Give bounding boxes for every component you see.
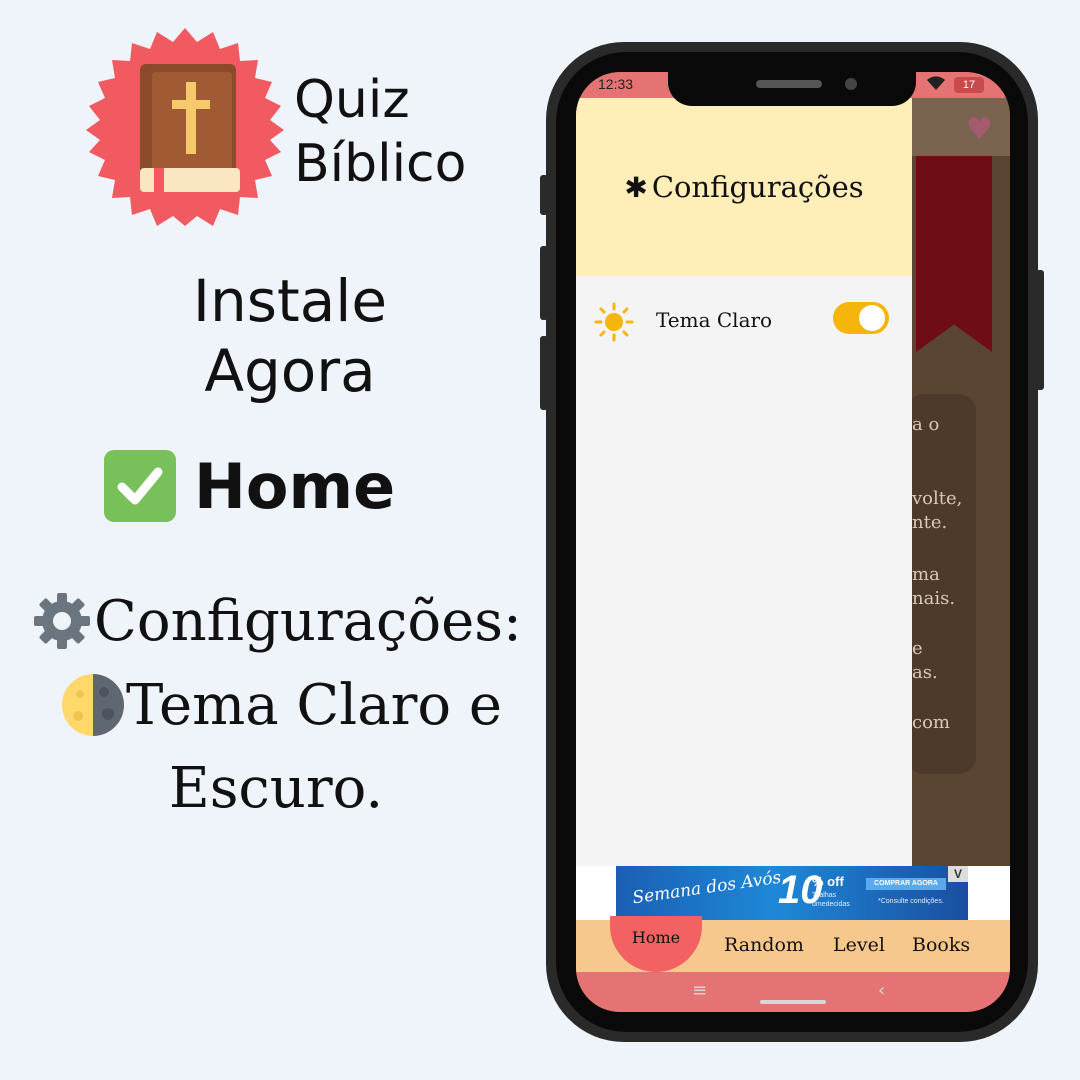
bg-text-7: as. — [912, 662, 938, 683]
phone-volume-up — [540, 246, 548, 320]
ad-sub2: umedecidas — [812, 901, 850, 908]
nav-level[interactable]: Level — [833, 934, 885, 956]
bg-text-6: e — [912, 638, 923, 659]
heart-icon[interactable]: ♥ — [966, 112, 993, 147]
config-feature: Configurações: — [30, 585, 522, 657]
light-theme-label: Tema Claro — [656, 308, 773, 332]
theme-feature: Tema Claro e — [60, 670, 502, 740]
drawer-title: ✱ Configurações — [624, 170, 863, 204]
home-pill[interactable] — [760, 1000, 826, 1004]
app-header-bg — [912, 98, 1010, 156]
check-icon — [104, 450, 176, 522]
phone-camera — [845, 78, 857, 90]
gear-icon: ✱ — [624, 170, 648, 204]
ad-script-text: Semana dos Avós — [631, 867, 783, 909]
ad-banner[interactable]: Semana dos Avós 10 % off Toalhas umedeci… — [616, 866, 968, 920]
phone-notch — [668, 52, 916, 106]
bg-text-1: a o — [912, 414, 940, 435]
ad-note: *Consulte condições. — [878, 898, 944, 905]
ad-buy-button[interactable]: COMPRAR AGORA — [866, 878, 946, 890]
phone-side-button — [540, 175, 548, 215]
nav-books[interactable]: Books — [912, 934, 970, 956]
install-now-text: Instale Agora — [150, 266, 430, 406]
bg-text-4: ma — [912, 564, 940, 585]
logo-line-biblico: Bíblico — [294, 134, 467, 194]
light-theme-toggle[interactable] — [833, 302, 889, 334]
nav-home[interactable]: Home — [610, 916, 702, 972]
bg-text-2: volte, — [912, 488, 963, 509]
sun-icon — [594, 302, 634, 342]
home-feature-label: Home — [194, 449, 396, 523]
back-icon[interactable]: ‹ — [878, 980, 885, 1001]
logo-line-quiz: Quiz — [294, 70, 410, 130]
setting-row-light-theme[interactable]: Tema Claro — [576, 288, 912, 348]
theme-feature-label: Tema Claro e — [126, 672, 503, 738]
gear-icon — [34, 593, 90, 649]
drawer-header: ✱ Configurações — [576, 98, 912, 276]
install-line1: Instale — [192, 267, 388, 335]
ad-strip: Semana dos Avós 10 % off Toalhas umedeci… — [576, 866, 1010, 920]
system-nav-bar: ≡ ‹ — [576, 972, 1010, 1012]
settings-drawer: ✱ Configurações Tema Claro — [576, 98, 912, 866]
phone-speaker — [756, 80, 822, 88]
phone-screen: 12:33 17 ♥ a o volte, nte. ma nais. e as… — [576, 72, 1010, 1012]
nav-home-label: Home — [631, 928, 681, 947]
half-moon-icon — [62, 674, 124, 736]
status-time: 12:33 — [598, 76, 634, 92]
bg-text-8: com — [912, 712, 950, 733]
wifi-icon — [926, 75, 946, 95]
config-feature-label: Configurações: — [94, 588, 522, 654]
ad-close-icon[interactable]: V — [948, 866, 968, 882]
bg-text-5: nais. — [912, 588, 956, 609]
home-feature: Home — [104, 448, 395, 524]
ad-off-text: % off — [812, 874, 844, 889]
phone-volume-down — [540, 336, 548, 410]
bg-text-3: nte. — [912, 512, 948, 533]
battery-icon: 17 — [954, 77, 984, 93]
toggle-knob — [859, 305, 885, 331]
menu-icon[interactable]: ≡ — [692, 980, 707, 1001]
bottom-nav: Home Random Level Books — [576, 916, 1010, 972]
bookmark-ribbon — [916, 156, 992, 352]
drawer-title-text: Configurações — [651, 170, 864, 204]
install-line2: Agora — [204, 337, 376, 405]
phone-power-button — [1036, 270, 1044, 390]
logo-title: Quiz Bíblico — [294, 68, 466, 196]
ad-sub1: Toalhas — [812, 892, 837, 899]
app-logo-badge — [86, 28, 284, 226]
theme-feature-label-2: Escuro. — [168, 756, 384, 821]
nav-random[interactable]: Random — [724, 934, 804, 956]
